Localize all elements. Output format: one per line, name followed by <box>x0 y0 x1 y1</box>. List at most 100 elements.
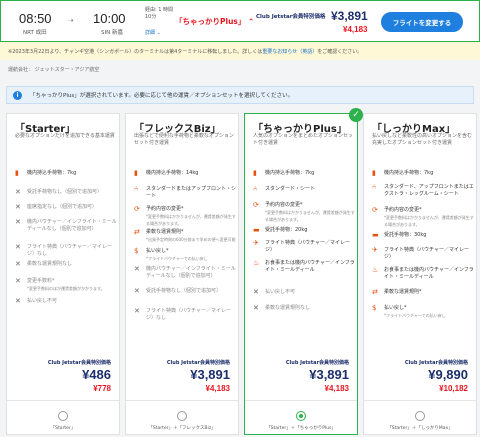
seat-icon: ⑃ <box>134 185 139 193</box>
feature-item: ♨ お食事または機内バウチャー／インフライト・ミールディール <box>253 260 355 274</box>
feature-item: ⑃ スタンダード・シート <box>253 186 355 193</box>
feature-item: ▬ 受託手荷物：30kg <box>372 232 474 239</box>
x-icon: ✕ <box>134 307 140 315</box>
feature-text: 座席指定なし（個別で追加可） <box>27 204 98 210</box>
feature-item: ⑃ スタンダードまたはアップフロント・シート <box>134 186 236 200</box>
divider <box>7 400 119 401</box>
feature-text: 機内バウチャー／インフライト・ミールディールなし（個別で追加可） <box>27 219 117 232</box>
club-price-label: Club Jetstar会員特別価格 <box>166 360 230 366</box>
carry-on-bag-icon: ▮ <box>253 169 257 177</box>
fare-radio[interactable] <box>177 411 187 421</box>
notice-tail: をご確認ください。 <box>317 49 363 55</box>
carry-on-bag-icon: ▮ <box>134 169 138 177</box>
feature-text: フライト特典（バウチャー／マイレージ） <box>265 240 350 253</box>
terminal-notice: ※2023年3月22日より、チャンギ空港（シンガポール）のターミナルは第4ターミ… <box>0 42 480 60</box>
info-icon: i <box>13 90 22 100</box>
change-flight-button[interactable]: フライトを変更する <box>381 12 463 32</box>
club-price-label: Club Jetstar会員特別価格 <box>256 14 326 20</box>
feature-text: 柔軟な運賃規則なし <box>265 305 311 311</box>
feature-item: ✕ 座席指定なし（個別で追加可） <box>15 204 117 211</box>
feature-text: 機内持込手荷物：7kg <box>265 170 315 176</box>
fare-radio-label: 「Starter」＋「ちゃっかりPlus」 <box>266 426 336 431</box>
feature-note: *フライトバウチャーでの払い戻し <box>384 313 446 318</box>
flight-summary-bar[interactable]: 08:50 NRT 成田 ➝ 10:00 SIN 新嘉 経由: 1 時間 10分… <box>0 0 480 42</box>
divider <box>245 400 357 401</box>
x-icon: ✕ <box>15 277 21 285</box>
x-icon: ✕ <box>15 218 21 226</box>
meal-icon: ♨ <box>253 259 260 267</box>
feature-text: 予約内容の変更* <box>384 207 422 213</box>
club-price-label: Club Jetstar会員特別価格 <box>47 360 111 366</box>
notice-link[interactable]: 重要なお知らせ（英語） <box>262 49 317 55</box>
flex-icon: ⇄ <box>134 228 140 236</box>
fare-card[interactable]: ✓ 「ちゃっかりPlus」 人気のオプションをまとめたオプションセット付き運賃 ▮ … <box>244 108 363 435</box>
feature-text: 予約内容の変更* <box>146 206 184 212</box>
seat-icon: ⑃ <box>372 183 377 191</box>
feature-item: ✕ 機内バウチャー／インフライト・ミールディールなし（個別で追加可） <box>15 219 117 233</box>
feature-item: ✈ フライト特典（バウチャー／マイレージ） <box>372 247 474 261</box>
fare-radio[interactable] <box>415 411 425 421</box>
club-price-label: Club Jetstar会員特別価格 <box>285 360 349 366</box>
arrival-time: 10:00 <box>93 11 126 26</box>
normal-price: ¥10,182 <box>439 384 468 393</box>
feature-text: 払い戻し* <box>384 305 407 311</box>
feature-item: ⟳ 予約内容の変更* *変更手数料はかかりませんが、運賃差額が発生する場合がありま… <box>134 206 236 227</box>
feature-text: 機内バウチャー／インフライト・ミールディールなし（個別で追加可） <box>146 266 236 279</box>
feature-text: スタンダード・シート <box>265 186 316 192</box>
feature-item: ⇄ 柔軟な運賃規則* *出発予定時刻の600分前まで早めの便へ変更可能 <box>134 229 236 243</box>
check-icon: ✓ <box>349 108 363 122</box>
x-icon: ✕ <box>253 304 259 312</box>
club-price: ¥486 <box>82 367 111 382</box>
change-icon: ⟳ <box>372 206 378 214</box>
selection-info-banner: i 「ちゃっかりPlus」が選択されています。必要に応じて他の運賃／オプションセ… <box>6 86 474 104</box>
feature-note: *フライトバウチャーでの払い戻し <box>146 256 208 261</box>
feature-text: 予約内容の変更* <box>265 202 303 208</box>
club-price-label: Club Jetstar会員特別価格 <box>404 360 468 366</box>
feature-text: お食事または機内バウチャー／インフライト・ミールディール <box>384 267 474 280</box>
fare-radio[interactable] <box>58 411 68 421</box>
x-icon: ✕ <box>134 287 140 295</box>
feature-text: 柔軟な運賃規則* <box>146 229 184 235</box>
selection-message: 「ちゃっかりPlus」が選択されています。必要に応じて他の運賃／オプションセット… <box>30 93 294 99</box>
feature-item: ⑃ スタンダード、アップフロントまたはエクストラ・レッグルーム・シート <box>372 184 474 198</box>
feature-item: ▮ 機内持込手荷物：7kg <box>15 170 117 177</box>
feature-item: ✕ フライト特典（バウチャー／マイレージ）なし <box>15 244 117 258</box>
departure-time: 08:50 <box>19 11 52 26</box>
feature-text: 機内持込手荷物：7kg <box>384 170 434 176</box>
club-price: ¥9,890 <box>428 367 468 382</box>
plane-icon: ✈ <box>372 246 378 254</box>
feature-text: 受託手荷物：20kg <box>265 227 308 233</box>
club-price: ¥3,891 <box>331 9 368 23</box>
divider <box>126 400 238 401</box>
selected-fare-name[interactable]: 「ちゃっかりPlus」 ⌃ <box>175 16 254 27</box>
fare-card[interactable]: 「しっかりMax」 払い戻しなど柔軟性の高いオプションを含む充実したオプションセッ… <box>363 113 477 435</box>
refund-icon: $ <box>372 304 377 312</box>
feature-text: 受託手荷物なし（個別で追加可） <box>27 189 103 195</box>
normal-price: ¥4,183 <box>205 384 230 393</box>
feature-note: *変更手数料はかかりませんが、運賃差額が発生する場合があります。 <box>265 210 355 222</box>
carry-on-bag-icon: ▮ <box>372 169 376 177</box>
arrival-airport: SIN 新嘉 <box>101 30 123 36</box>
flex-icon: ⇄ <box>372 288 378 296</box>
meal-icon: ♨ <box>372 266 379 274</box>
feature-item: ✕ 払い戻し不可 <box>15 298 117 305</box>
feature-item: ⟳ 予約内容の変更* *変更手数料はかかりませんが、運賃差額が発生する場合がありま… <box>253 202 355 223</box>
feature-text: 払い戻し不可 <box>265 289 296 295</box>
details-link[interactable]: 詳細 ⌄ <box>145 29 161 36</box>
fare-radio[interactable] <box>296 411 306 421</box>
fare-card[interactable]: 「フレックスBiz」 出張などで便利な手荷物と柔軟なオプションセット付き運賃 ▮ … <box>125 113 239 435</box>
normal-price: ¥4,183 <box>343 25 368 34</box>
fare-card[interactable]: 「Starter」 必要なオプションだけを追加できる基本運賃 ▮ 機内持込手荷物：… <box>6 113 120 435</box>
feature-item: $ 払い戻し* *フライトバウチャーでの払い戻し <box>134 248 236 262</box>
x-icon: ✕ <box>134 265 140 273</box>
x-icon: ✕ <box>15 297 21 305</box>
feature-note: *変更手数料はかかりませんが、運賃差額が発生する場合があります。 <box>146 214 236 226</box>
change-icon: ⟳ <box>253 201 259 209</box>
feature-text: スタンダードまたはアップフロント・シート <box>146 186 237 199</box>
feature-text: 受託手荷物なし（個別で追加可） <box>146 288 222 294</box>
feature-text: 払い戻し* <box>146 248 169 254</box>
feature-item: ▬ 受託手荷物：20kg <box>253 227 355 234</box>
feature-text: 機内持込手荷物：14kg <box>146 170 199 176</box>
feature-item: ▮ 機内持込手荷物：7kg <box>372 170 474 177</box>
feature-text: 変更手数料* <box>27 278 55 284</box>
